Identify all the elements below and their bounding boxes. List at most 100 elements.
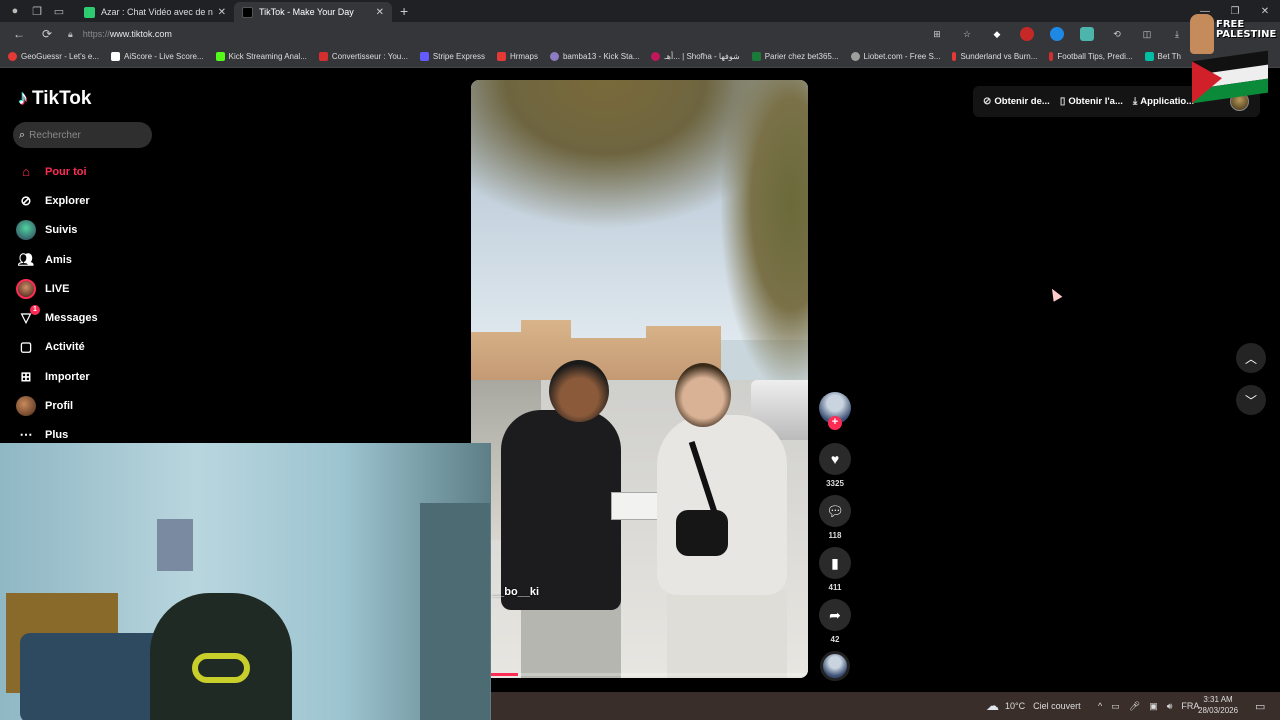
get-app-button[interactable]: ▯ Obtenir l'a... — [1060, 96, 1123, 107]
tiktok-logo[interactable]: ♪ TikTok — [18, 87, 91, 110]
bookmark-favicon-icon — [1144, 52, 1154, 61]
webcam-overlay — [0, 443, 491, 720]
share-button[interactable]: ➦ — [819, 599, 851, 631]
notification-icon[interactable]: ▭ — [1255, 700, 1265, 713]
display-icon[interactable]: ▣ — [1149, 701, 1158, 712]
extension-icons: ⊞ ☆ ◆ ⟲ ◫ ⤓ — [930, 22, 1200, 46]
weather-widget[interactable]: ☁ 10°C Ciel couvert — [986, 698, 1081, 714]
language-indicator[interactable]: FRA — [1181, 701, 1199, 711]
video-author[interactable]: __bo__ki — [492, 586, 539, 598]
clock-time: 3:31 AM — [1203, 695, 1233, 704]
video-person — [521, 600, 621, 678]
close-tab-icon[interactable]: ✕ — [376, 7, 384, 18]
clock[interactable]: 3:31 AM 28/03/2026 — [1198, 694, 1238, 716]
extension-green-icon[interactable] — [1080, 27, 1094, 41]
close-tab-icon[interactable]: ✕ — [218, 7, 226, 18]
save-button[interactable]: ▮ — [819, 547, 851, 579]
chevron-up-icon: ︿ — [1244, 351, 1257, 366]
compass-icon: ⊘ — [20, 192, 32, 208]
sidebar-item-pour-toi[interactable]: ⌂ Pour toi — [16, 157, 98, 186]
bookmark-item[interactable]: Hrmaps — [496, 52, 538, 61]
sidebar-item-amis[interactable]: 👥︎ Amis — [16, 245, 98, 274]
downloads-icon[interactable]: ⤓ — [1170, 27, 1184, 41]
bookmark-item[interactable]: GeoGuessr - Let's e... — [8, 52, 99, 61]
sidebar-item-label: Plus — [45, 429, 69, 442]
extension-red-icon[interactable] — [1020, 27, 1034, 41]
bookmark-item[interactable]: Liobet.com - Free S... — [850, 52, 940, 61]
extensions-puzzle-icon[interactable]: ⟲ — [1110, 27, 1124, 41]
speaker-icon[interactable]: 🔊︎ — [1167, 701, 1173, 712]
sidebar-item-live[interactable]: LIVE — [16, 274, 98, 303]
bookmark-item[interactable]: أهـ... | Shofha - شوفها — [651, 52, 740, 61]
sidebar-item-suivis[interactable]: Suivis — [16, 216, 98, 245]
system-tray: ^ ▭ 🎤︎ ▣ 🔊︎ FRA — [1098, 701, 1208, 712]
tab-tiktok[interactable]: TikTok - Make Your Day ✕ — [234, 2, 392, 22]
mouse-cursor — [1047, 286, 1063, 302]
back-icon[interactable]: ← — [8, 27, 30, 41]
workspaces-icon[interactable]: ❐ — [30, 4, 44, 18]
address-bar-row: ← ⟳ 🔒︎ https:// www.tiktok.com ⊞ ☆ ◆ ⟲ ◫… — [0, 22, 1280, 46]
bookmark-favicon-icon — [8, 52, 17, 61]
bookmark-favicon-icon — [952, 52, 957, 61]
tab-azar[interactable]: Azar : Chat Vidéo avec de n ✕ — [76, 2, 234, 22]
reader-icon[interactable]: ⊞ — [930, 27, 944, 41]
sidebar-item-label: Pour toi — [45, 165, 87, 178]
like-button[interactable]: ♥ — [819, 443, 851, 475]
bookmark-item[interactable]: Football Tips, Predi... — [1049, 52, 1133, 61]
url-host: www.tiktok.com — [109, 29, 172, 39]
bookmark-item[interactable]: Stripe Express — [419, 52, 485, 61]
sidebar-item-explorer[interactable]: ⊘ Explorer — [16, 186, 98, 215]
network-icon[interactable]: ▭ — [1111, 701, 1120, 712]
heart-icon: ♥ — [830, 451, 840, 467]
previous-video-button[interactable]: ︿ — [1236, 343, 1266, 373]
split-view-icon[interactable]: ◫ — [1140, 27, 1154, 41]
video-scene-tree — [721, 80, 808, 390]
bookmark-item[interactable]: AiScore - Live Score... — [111, 52, 204, 61]
bookmark-item[interactable]: Convertisseur : You... — [318, 52, 408, 61]
sidebar-item-messages[interactable]: ▽ 1 Messages — [16, 303, 98, 332]
bookmark-item[interactable]: Sunderland vs Burn... — [952, 52, 1037, 61]
sidebar-item-label: Profil — [45, 400, 74, 413]
next-video-button[interactable]: ﹀ — [1236, 385, 1266, 415]
chevron-up-icon[interactable]: ^ — [1098, 701, 1102, 711]
video-progress-bar[interactable] — [471, 673, 808, 676]
option-label: Obtenir l'a... — [1068, 96, 1123, 107]
comment-button[interactable]: 💬︎ — [819, 495, 851, 527]
creator-avatar[interactable]: + — [819, 392, 851, 430]
desktop-app-button[interactable]: ⤓ Applicatio... — [1133, 96, 1194, 107]
bookmark-item[interactable]: bamba13 - Kick Sta... — [549, 52, 639, 61]
lock-icon[interactable]: 🔒︎ — [68, 29, 73, 40]
reload-icon[interactable]: ⟳ — [36, 27, 58, 41]
url-field[interactable]: 🔒︎ https:// www.tiktok.com — [68, 25, 918, 43]
bookmark-label: GeoGuessr - Let's e... — [21, 52, 100, 61]
extension-diamond-icon[interactable]: ◆ — [990, 27, 1004, 41]
bookmark-item[interactable]: Bet Th — [1144, 52, 1181, 61]
sidebar-item-activite[interactable]: ▢ Activité — [16, 333, 98, 362]
comment-count: 118 — [828, 531, 842, 540]
follow-plus-icon[interactable]: + — [828, 416, 842, 430]
sidebar-item-label: Activité — [45, 341, 85, 354]
tab-title: TikTok - Make Your Day — [259, 7, 354, 17]
favorite-star-icon[interactable]: ☆ — [960, 27, 974, 41]
new-tab-icon[interactable]: + — [400, 3, 408, 19]
tab-actions-icon[interactable]: ▭ — [52, 4, 66, 18]
sidebar-item-label: Importer — [45, 370, 90, 383]
option-label: Applicatio... — [1140, 96, 1195, 107]
bookmark-label: Bet Th — [1157, 52, 1181, 61]
url-protocol: https:// — [82, 29, 110, 39]
comment-icon: 💬︎ — [826, 502, 844, 519]
extension-blue-icon[interactable] — [1050, 27, 1064, 41]
music-disc[interactable] — [820, 651, 850, 681]
bookmark-item[interactable]: Parier chez bet365... — [751, 52, 839, 61]
sticker-text-line: PALESTINE — [1216, 29, 1277, 40]
bookmark-item[interactable]: Kick Streaming Anal... — [215, 52, 307, 61]
profile-icon[interactable]: ● — [8, 4, 22, 18]
search-input[interactable]: ⌕ Rechercher — [13, 122, 152, 148]
microphone-icon[interactable]: 🎤︎ — [1129, 701, 1140, 712]
sidebar-item-profil[interactable]: Profil — [16, 391, 98, 420]
tiktok-favicon-icon — [242, 6, 253, 18]
temperature: 10°C — [1005, 701, 1026, 711]
sidebar-item-label: Suivis — [45, 224, 78, 237]
get-coins-button[interactable]: ⊘ Obtenir de... — [983, 96, 1050, 107]
sidebar-item-importer[interactable]: ⊞ Importer — [16, 362, 98, 391]
